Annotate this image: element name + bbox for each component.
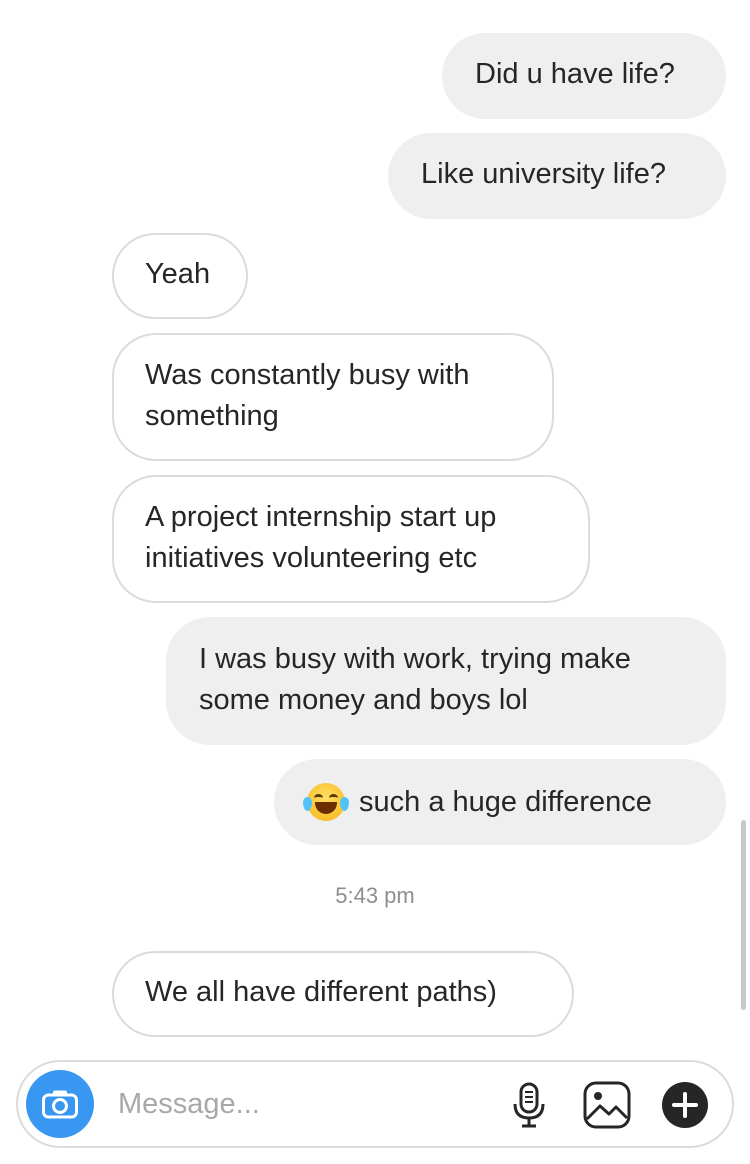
microphone-icon (513, 1082, 545, 1128)
message-input[interactable] (118, 1082, 488, 1126)
camera-icon (42, 1090, 78, 1119)
message-timestamp: 5:43 pm (335, 883, 415, 908)
message-bubble-sent[interactable]: such a huge difference (274, 759, 726, 845)
message-bubble-received[interactable]: A project internship start up initiative… (112, 475, 590, 603)
microphone-button[interactable] (504, 1080, 554, 1130)
gallery-icon (583, 1081, 631, 1129)
message-text: We all have different paths) (145, 976, 497, 1008)
message-bubble-received[interactable]: We all have different paths) (112, 951, 574, 1037)
tears-of-joy-emoji-icon (303, 783, 349, 821)
message-text: I was busy with work, trying make some m… (199, 643, 631, 716)
gallery-button[interactable] (582, 1080, 632, 1130)
message-text: such a huge difference (359, 785, 652, 818)
message-text: Did u have life? (475, 58, 675, 90)
message-bubble-received[interactable]: Was constantly busy with something (112, 333, 554, 461)
message-bubble-sent[interactable]: Like university life? (388, 133, 726, 219)
message-bubble-received[interactable]: Yeah (112, 233, 248, 319)
message-text: Yeah (145, 258, 211, 290)
plus-icon (662, 1082, 708, 1128)
more-options-button[interactable] (660, 1080, 710, 1130)
message-composer (16, 1060, 734, 1148)
message-text: Like university life? (421, 158, 666, 190)
message-bubble-sent[interactable]: Did u have life? (442, 33, 726, 119)
message-text: A project internship start up initiative… (145, 501, 497, 574)
message-text: Was constantly busy with something (145, 359, 470, 432)
scrollbar[interactable] (741, 820, 746, 1010)
camera-button[interactable] (26, 1070, 94, 1138)
message-bubble-sent[interactable]: I was busy with work, trying make some m… (166, 617, 726, 745)
